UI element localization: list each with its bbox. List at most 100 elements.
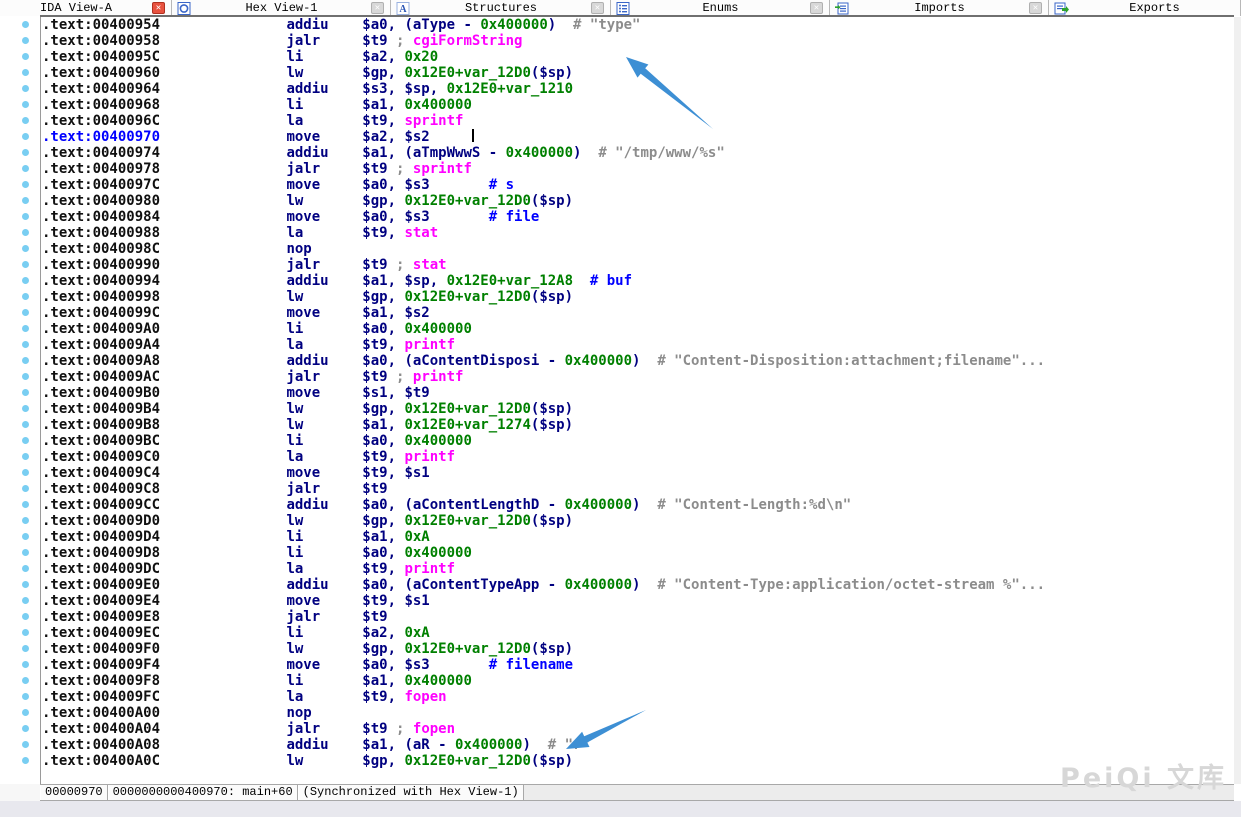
listing-row[interactable]: .text:004009A4 la $t9, printf <box>0 337 1234 353</box>
breakpoint-dot-icon[interactable] <box>22 693 29 700</box>
breakpoint-dot-icon[interactable] <box>22 85 29 92</box>
tab-close-icon[interactable]: ✕ <box>371 2 384 14</box>
breakpoint-dot-icon[interactable] <box>22 613 29 620</box>
listing-row[interactable]: .text:004009E4 move $t9, $s1 <box>0 593 1234 609</box>
listing-row[interactable]: .text:00400A08 addiu $a1, (aR - 0x400000… <box>0 737 1234 753</box>
breakpoint-dot-icon[interactable] <box>22 645 29 652</box>
listing-row[interactable]: .text:004009EC li $a2, 0xA <box>0 625 1234 641</box>
tab-imports[interactable]: Imports✕ <box>830 0 1049 16</box>
listing-row[interactable]: .text:004009DC la $t9, printf <box>0 561 1234 577</box>
listing-row[interactable]: .text:00400978 jalr $t9 ; sprintf <box>0 161 1234 177</box>
listing-row[interactable]: .text:004009C8 jalr $t9 <box>0 481 1234 497</box>
breakpoint-dot-icon[interactable] <box>22 277 29 284</box>
breakpoint-dot-icon[interactable] <box>22 485 29 492</box>
breakpoint-dot-icon[interactable] <box>22 565 29 572</box>
listing-row[interactable]: .text:00400990 jalr $t9 ; stat <box>0 257 1234 273</box>
listing-row[interactable]: .text:00400970 move $a2, $s2 <box>0 129 1234 145</box>
breakpoint-dot-icon[interactable] <box>22 453 29 460</box>
breakpoint-dot-icon[interactable] <box>22 293 29 300</box>
tab-exports[interactable]: Exports <box>1049 0 1241 16</box>
breakpoint-dot-icon[interactable] <box>22 373 29 380</box>
breakpoint-dot-icon[interactable] <box>22 309 29 316</box>
breakpoint-dot-icon[interactable] <box>22 149 29 156</box>
listing-row[interactable]: .text:0040099C move $a1, $s2 <box>0 305 1234 321</box>
listing-row[interactable]: .text:004009B0 move $s1, $t9 <box>0 385 1234 401</box>
breakpoint-dot-icon[interactable] <box>22 341 29 348</box>
breakpoint-dot-icon[interactable] <box>22 197 29 204</box>
listing-row[interactable]: .text:00400954 addiu $a0, (aType - 0x400… <box>0 17 1234 33</box>
breakpoint-dot-icon[interactable] <box>22 165 29 172</box>
tab-close-icon[interactable]: ✕ <box>591 2 604 14</box>
listing-row[interactable]: .text:00400A0C lw $gp, 0x12E0+var_12D0($… <box>0 753 1234 769</box>
breakpoint-dot-icon[interactable] <box>22 581 29 588</box>
listing-row[interactable]: .text:004009AC jalr $t9 ; printf <box>0 369 1234 385</box>
breakpoint-dot-icon[interactable] <box>22 117 29 124</box>
breakpoint-dot-icon[interactable] <box>22 725 29 732</box>
listing-row[interactable]: .text:00400A00 nop <box>0 705 1234 721</box>
breakpoint-dot-icon[interactable] <box>22 101 29 108</box>
tab-hex-view-1[interactable]: Hex View-1✕ <box>172 0 391 16</box>
breakpoint-dot-icon[interactable] <box>22 245 29 252</box>
breakpoint-dot-icon[interactable] <box>22 549 29 556</box>
breakpoint-dot-icon[interactable] <box>22 133 29 140</box>
breakpoint-dot-icon[interactable] <box>22 405 29 412</box>
breakpoint-dot-icon[interactable] <box>22 261 29 268</box>
listing-row[interactable]: .text:00400974 addiu $a1, (aTmpWwwS - 0x… <box>0 145 1234 161</box>
listing-row[interactable]: .text:004009F0 lw $gp, 0x12E0+var_12D0($… <box>0 641 1234 657</box>
breakpoint-dot-icon[interactable] <box>22 709 29 716</box>
breakpoint-dot-icon[interactable] <box>22 357 29 364</box>
listing-row[interactable]: .text:00400A04 jalr $t9 ; fopen <box>0 721 1234 737</box>
listing-row[interactable]: .text:00400980 lw $gp, 0x12E0+var_12D0($… <box>0 193 1234 209</box>
listing-row[interactable]: .text:004009BC li $a0, 0x400000 <box>0 433 1234 449</box>
breakpoint-dot-icon[interactable] <box>22 389 29 396</box>
listing-row[interactable]: .text:004009FC la $t9, fopen <box>0 689 1234 705</box>
listing-row[interactable]: .text:004009B8 lw $a1, 0x12E0+var_1274($… <box>0 417 1234 433</box>
breakpoint-dot-icon[interactable] <box>22 677 29 684</box>
breakpoint-dot-icon[interactable] <box>22 37 29 44</box>
breakpoint-dot-icon[interactable] <box>22 469 29 476</box>
listing-row[interactable]: .text:0040096C la $t9, sprintf <box>0 113 1234 129</box>
breakpoint-dot-icon[interactable] <box>22 517 29 524</box>
listing-row[interactable]: .text:0040095C li $a2, 0x20 <box>0 49 1234 65</box>
tab-enums[interactable]: Enums✕ <box>611 0 830 16</box>
breakpoint-dot-icon[interactable] <box>22 501 29 508</box>
listing-row[interactable]: .text:004009E8 jalr $t9 <box>0 609 1234 625</box>
breakpoint-dot-icon[interactable] <box>22 53 29 60</box>
breakpoint-dot-icon[interactable] <box>22 437 29 444</box>
breakpoint-dot-icon[interactable] <box>22 325 29 332</box>
listing-row[interactable]: .text:00400968 li $a1, 0x400000 <box>0 97 1234 113</box>
listing-row[interactable]: .text:004009B4 lw $gp, 0x12E0+var_12D0($… <box>0 401 1234 417</box>
breakpoint-dot-icon[interactable] <box>22 181 29 188</box>
tab-structures[interactable]: AStructures✕ <box>391 0 611 16</box>
listing-row[interactable]: .text:004009E0 addiu $a0, (aContentTypeA… <box>0 577 1234 593</box>
listing-row[interactable]: .text:004009D0 lw $gp, 0x12E0+var_12D0($… <box>0 513 1234 529</box>
listing-row[interactable]: .text:00400964 addiu $s3, $sp, 0x12E0+va… <box>0 81 1234 97</box>
breakpoint-dot-icon[interactable] <box>22 629 29 636</box>
listing-row[interactable]: .text:004009C4 move $t9, $s1 <box>0 465 1234 481</box>
listing-row[interactable]: .text:004009F4 move $a0, $s3 # filename <box>0 657 1234 673</box>
breakpoint-dot-icon[interactable] <box>22 213 29 220</box>
breakpoint-dot-icon[interactable] <box>22 757 29 764</box>
breakpoint-dot-icon[interactable] <box>22 597 29 604</box>
tab-close-icon[interactable]: ✕ <box>810 2 823 14</box>
listing-row[interactable]: .text:004009CC addiu $a0, (aContentLengt… <box>0 497 1234 513</box>
listing-row[interactable]: .text:004009D8 li $a0, 0x400000 <box>0 545 1234 561</box>
listing-row[interactable]: .text:0040097C move $a0, $s3 # s <box>0 177 1234 193</box>
tab-close-icon[interactable]: ✕ <box>152 2 165 14</box>
tab-ida-view-a[interactable]: IDA View-A✕ <box>0 0 172 16</box>
listing-row[interactable]: .text:004009D4 li $a1, 0xA <box>0 529 1234 545</box>
listing-row[interactable]: .text:00400984 move $a0, $s3 # file <box>0 209 1234 225</box>
listing-row[interactable]: .text:004009A8 addiu $a0, (aContentDispo… <box>0 353 1234 369</box>
breakpoint-dot-icon[interactable] <box>22 229 29 236</box>
breakpoint-dot-icon[interactable] <box>22 421 29 428</box>
listing-row[interactable]: .text:0040098C nop <box>0 241 1234 257</box>
listing-row[interactable]: .text:00400958 jalr $t9 ; cgiFormString <box>0 33 1234 49</box>
breakpoint-dot-icon[interactable] <box>22 661 29 668</box>
tab-close-icon[interactable]: ✕ <box>1029 2 1042 14</box>
breakpoint-dot-icon[interactable] <box>22 533 29 540</box>
breakpoint-dot-icon[interactable] <box>22 69 29 76</box>
breakpoint-dot-icon[interactable] <box>22 741 29 748</box>
listing-row[interactable]: .text:00400994 addiu $a1, $sp, 0x12E0+va… <box>0 273 1234 289</box>
listing-row[interactable]: .text:00400988 la $t9, stat <box>0 225 1234 241</box>
breakpoint-dot-icon[interactable] <box>22 21 29 28</box>
